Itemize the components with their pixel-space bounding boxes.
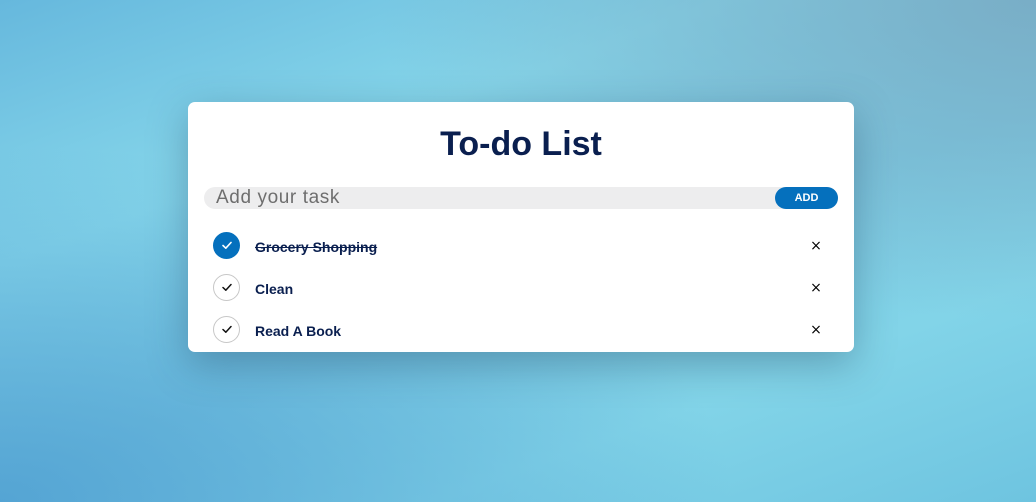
checkbox-checked[interactable] [213,232,240,259]
list-item[interactable]: Grocery Shopping × [212,230,832,272]
task-input-row: ADD [204,187,838,209]
close-icon[interactable]: × [808,280,824,296]
task-label: Grocery Shopping [255,239,378,255]
list-item[interactable]: Clean × [212,272,832,314]
add-button[interactable]: ADD [775,187,838,209]
todo-card: To-do List ADD Grocery Shopping × Clean … [188,102,854,352]
page-title: To-do List [440,125,602,163]
checkbox[interactable] [213,274,240,301]
task-label: Read A Book [255,323,342,339]
task-list: Grocery Shopping × Clean × Read A Book × [212,230,832,356]
checkmark-icon [222,241,232,249]
task-label: Clean [255,281,294,297]
close-icon[interactable]: × [808,322,824,338]
list-item[interactable]: Read A Book × [212,314,832,356]
checkmark-icon [222,283,232,291]
close-icon[interactable]: × [808,238,824,254]
checkmark-icon [222,325,232,333]
task-input[interactable] [216,187,756,209]
checkbox[interactable] [213,316,240,343]
